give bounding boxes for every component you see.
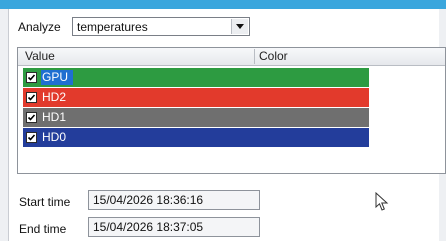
list-item-gpu[interactable]: GPU bbox=[23, 68, 369, 87]
end-time-label: End time bbox=[19, 222, 67, 236]
end-time-value: 15/04/2026 18:37:05 bbox=[93, 220, 204, 234]
list-item-label: GPU bbox=[42, 70, 69, 84]
mouse-pointer-icon bbox=[375, 192, 389, 211]
checkbox[interactable] bbox=[26, 92, 37, 103]
list-item-label: HD2 bbox=[42, 90, 67, 104]
color-bar bbox=[23, 68, 369, 87]
list-item-hd2[interactable]: HD2 bbox=[23, 88, 369, 107]
checkmark-icon bbox=[27, 134, 36, 141]
end-time-field[interactable]: 15/04/2026 18:37:05 bbox=[88, 217, 260, 237]
analyze-dropdown[interactable]: temperatures bbox=[72, 17, 250, 36]
start-time-label: Start time bbox=[19, 195, 71, 209]
checkbox[interactable] bbox=[26, 72, 37, 83]
list-item-label: HD1 bbox=[42, 110, 67, 124]
checkmark-icon bbox=[27, 74, 36, 81]
checkbox[interactable] bbox=[26, 132, 37, 143]
color-bar bbox=[23, 88, 369, 107]
column-separator[interactable] bbox=[254, 49, 255, 64]
list-header: Value Color bbox=[18, 48, 445, 66]
chevron-down-icon bbox=[236, 24, 244, 29]
column-header-color[interactable]: Color bbox=[259, 49, 288, 64]
list-item-hd0[interactable]: HD0 bbox=[23, 128, 369, 147]
list-item-hd1[interactable]: HD1 bbox=[23, 108, 369, 127]
checkmark-icon bbox=[27, 94, 36, 101]
color-bar bbox=[23, 108, 369, 127]
list-item-label: HD0 bbox=[42, 130, 67, 144]
column-header-value[interactable]: Value bbox=[25, 49, 55, 64]
analyze-dropdown-value: temperatures bbox=[77, 20, 148, 34]
checkmark-icon bbox=[27, 114, 36, 121]
start-time-field[interactable]: 15/04/2026 18:36:16 bbox=[88, 190, 260, 210]
color-bar bbox=[23, 128, 369, 147]
sensor-list[interactable]: Value Color GPU HD2 HD1 HD0 bbox=[17, 47, 446, 211]
start-time-value: 15/04/2026 18:36:16 bbox=[93, 193, 204, 207]
window-top-bar bbox=[0, 0, 446, 9]
checkbox[interactable] bbox=[26, 112, 37, 123]
analyze-label: Analyze bbox=[18, 20, 61, 34]
dropdown-button[interactable] bbox=[231, 19, 248, 34]
